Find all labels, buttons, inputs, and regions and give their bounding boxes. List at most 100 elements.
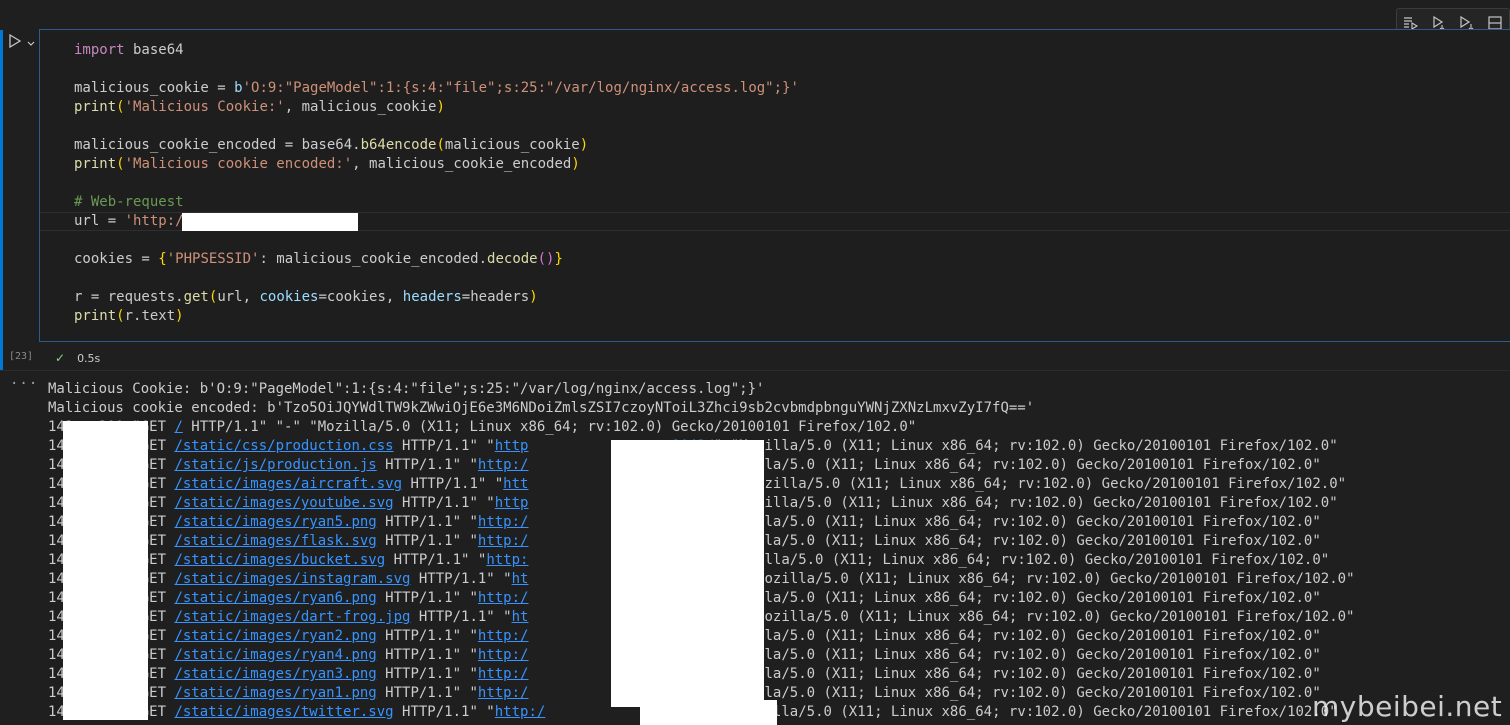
log-path-link[interactable]: /static/images/ryan2.png xyxy=(174,628,376,644)
log-path-link[interactable]: / xyxy=(174,419,182,435)
log-path-link[interactable]: /static/images/flask.svg xyxy=(174,533,376,549)
code-editor[interactable]: import base64 malicious_cookie = b'O:9:"… xyxy=(39,29,1510,342)
referer-link[interactable]: http:/ xyxy=(478,533,529,549)
log-path-link[interactable]: /static/js/production.js xyxy=(174,457,376,473)
function-token: print xyxy=(74,308,117,324)
code-line: import base64 xyxy=(74,41,184,60)
keyword-token: import xyxy=(74,42,125,58)
log-text: HTTP/1.1" " xyxy=(376,457,478,473)
log-text: HTTP/1.1" " xyxy=(376,628,478,644)
bracket-token: ) xyxy=(436,99,445,115)
string-token: 'O:9:"PageModel":1:{s:4:"file";s:25:"/va… xyxy=(242,80,799,96)
log-path-link[interactable]: /static/images/ryan4.png xyxy=(174,647,376,663)
referer-link[interactable]: http: xyxy=(486,552,528,568)
log-user-agent: " "Mozilla/5.0 (X11; Linux x86_64; rv:10… xyxy=(713,438,1338,454)
referer-link[interactable]: ht xyxy=(512,571,529,587)
code-line: print('Malicious Cookie:', malicious_coo… xyxy=(74,98,445,117)
bracket-token: ) xyxy=(579,137,589,153)
log-user-agent: " "Mozilla/5.0 (X11; Linux x86_64; rv:10… xyxy=(705,552,1330,568)
bracket-token: ) xyxy=(529,289,538,305)
log-user-agent: " "Mozilla/5.0 (X11; Linux x86_64; rv:10… xyxy=(713,495,1338,511)
code-line: malicious_cookie_encoded = base64.b64enc… xyxy=(74,136,588,155)
log-path-link[interactable]: /static/images/ryan5.png xyxy=(174,514,376,530)
top-strip xyxy=(0,0,1510,6)
more-icon[interactable]: ··· xyxy=(10,376,38,392)
bytes-prefix-token: b xyxy=(234,80,243,96)
referer-link[interactable]: http:/ xyxy=(478,685,529,701)
log-path-link[interactable]: /static/css/production.css xyxy=(174,438,393,454)
log-user-agent: " "Mozilla/5.0 (X11; Linux x86_64; rv:10… xyxy=(697,533,1321,549)
code-token: =cookies, xyxy=(318,289,403,305)
bracket-token: ( xyxy=(116,99,125,115)
log-text: HTTP/1.1" " xyxy=(376,590,478,606)
log-text: HTTP/1.1" " xyxy=(393,495,495,511)
code-token: base64 xyxy=(124,42,184,58)
referer-link[interactable]: http:/ xyxy=(478,666,529,682)
play-icon[interactable] xyxy=(8,33,24,49)
code-token: malicious_cookie_encoded = base64. xyxy=(74,137,361,153)
code-token: , malicious_cookie xyxy=(284,99,437,115)
referer-link[interactable]: http:/ xyxy=(478,647,529,663)
log-text: HTTP/1.1" " xyxy=(376,685,478,701)
log-path-link[interactable]: /static/images/ryan3.png xyxy=(174,666,376,682)
comment-token: # Web-request xyxy=(74,194,184,210)
log-text: HTTP/1.1" " xyxy=(393,704,495,720)
bracket-token: ( xyxy=(116,308,125,324)
code-token: malicious_cookie xyxy=(444,137,580,153)
referer-link[interactable]: ht xyxy=(512,609,529,625)
log-path-link[interactable]: /static/images/instagram.svg xyxy=(174,571,410,587)
log-path-link[interactable]: /static/images/bucket.svg xyxy=(174,552,385,568)
code-line: malicious_cookie = b'O:9:"PageModel":1:{… xyxy=(74,79,799,98)
referer-link[interactable]: http:/ xyxy=(478,590,529,606)
code-line: r = requests.get(url, cookies=cookies, h… xyxy=(74,288,538,307)
log-text: HTTP/1.1" " xyxy=(385,552,487,568)
log-user-agent: " "Mozilla/5.0 (X11; Linux x86_64; rv:10… xyxy=(697,514,1321,530)
chevron-down-icon[interactable] xyxy=(26,34,36,46)
log-path-link[interactable]: /static/images/youtube.svg xyxy=(174,495,393,511)
referer-link[interactable]: http:/ xyxy=(478,457,529,473)
log-user-agent: " "Mozilla/5.0 (X11; Linux x86_64; rv:10… xyxy=(697,457,1321,473)
code-line: cookies = {'PHPSESSID': malicious_cookie… xyxy=(74,250,563,269)
bracket-token: () xyxy=(537,251,555,267)
log-text: HTTP/1.1" " xyxy=(376,666,478,682)
referer-link[interactable]: http:/ xyxy=(478,514,529,530)
code-line: print('Malicious cookie encoded:', malic… xyxy=(74,155,580,174)
referer-link[interactable]: http:/ xyxy=(478,628,529,644)
bracket-token: } xyxy=(554,251,563,267)
log-user-agent: " "Mozilla/5.0 (X11; Linux x86_64; rv:10… xyxy=(697,590,1321,606)
log-path-link[interactable]: /static/images/dart-frog.jpg xyxy=(174,609,410,625)
referer-link[interactable]: http:/ xyxy=(495,704,546,720)
param-token: cookies xyxy=(259,289,319,305)
bracket-token: ( xyxy=(436,137,445,153)
log-user-agent: " "Mozilla/5.0 (X11; Linux x86_64; rv:10… xyxy=(697,628,1321,644)
log-user-agent: " "Mozilla/5.0 (X11; Linux x86_64; rv:10… xyxy=(697,647,1321,663)
log-text: HTTP/1.1" " xyxy=(410,571,512,587)
referer-link[interactable]: http xyxy=(495,495,529,511)
log-path-link[interactable]: /static/images/ryan1.png xyxy=(174,685,376,701)
log-path-link[interactable]: /static/images/ryan6.png xyxy=(174,590,376,606)
bracket-token: ) xyxy=(571,156,580,172)
log-line: 143 - 200 "GET / HTTP/1.1" "-" "Mozilla/… xyxy=(48,418,916,437)
code-token: url, xyxy=(217,289,260,305)
code-line: url = 'http:/ xyxy=(74,212,184,231)
log-user-agent: " "Mozilla/5.0 (X11; Linux x86_64; rv:10… xyxy=(713,704,1338,720)
function-token: decode xyxy=(487,251,538,267)
bracket-token: { xyxy=(158,251,167,267)
output-line: Malicious Cookie: b'O:9:"PageModel":1:{s… xyxy=(48,381,765,397)
code-token: =headers xyxy=(461,289,530,305)
log-user-agent: " "Mozilla/5.0 (X11; Linux x86_64; rv:10… xyxy=(730,571,1355,587)
bracket-token: ) xyxy=(175,308,184,324)
referer-link[interactable]: htt xyxy=(503,476,528,492)
function-token: get xyxy=(183,289,209,305)
log-text: HTTP/1.1" " xyxy=(402,476,504,492)
function-token: print xyxy=(74,99,117,115)
log-text: HTTP/1.1" " xyxy=(376,647,478,663)
execution-count: [23] xyxy=(9,351,34,362)
log-text: HTTP/1.1" " xyxy=(410,609,512,625)
referer-link[interactable]: http xyxy=(495,438,529,454)
string-token: 'PHPSESSID' xyxy=(166,251,260,267)
log-text: HTTP/1.1" " xyxy=(376,514,478,530)
log-path-link[interactable]: /static/images/aircraft.svg xyxy=(174,476,402,492)
log-user-agent: " "Mozilla/5.0 (X11; Linux x86_64; rv:10… xyxy=(697,685,1321,701)
log-path-link[interactable]: /static/images/twitter.svg xyxy=(174,704,393,720)
